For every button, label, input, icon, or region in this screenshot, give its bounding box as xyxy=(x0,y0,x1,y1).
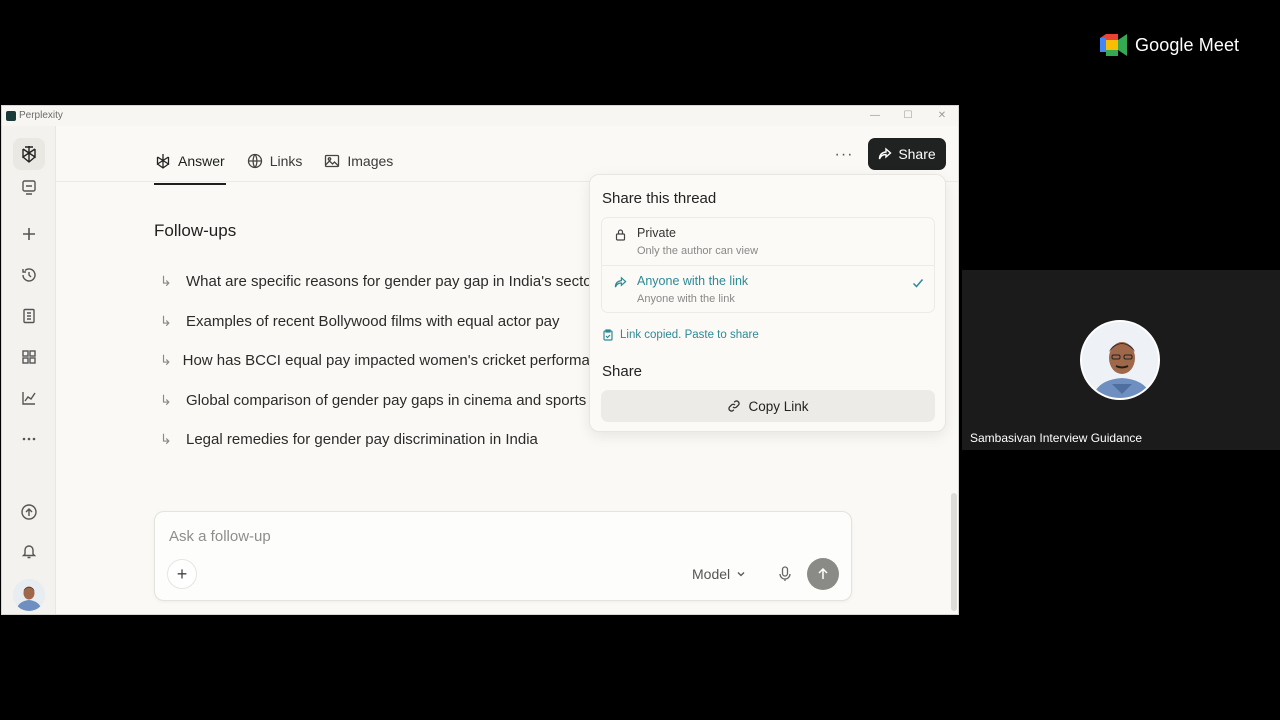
followups-heading: Follow-ups xyxy=(154,221,237,240)
option-anyone-with-link[interactable]: Anyone with the link Anyone with the lin… xyxy=(602,266,934,312)
share-popover-title: Share this thread xyxy=(602,190,717,207)
send-button[interactable] xyxy=(807,558,839,590)
scrollbar[interactable] xyxy=(951,493,957,611)
option-private[interactable]: Private Only the author can view xyxy=(602,218,934,266)
followups-list: ↳ What are specific reasons for gender p… xyxy=(154,262,614,460)
perplexity-logo-icon[interactable] xyxy=(13,138,45,170)
participant-tile[interactable]: Sambasivan Interview Guidance xyxy=(962,270,1280,450)
followup-composer[interactable]: Ask a follow-up + Model xyxy=(154,511,852,601)
followup-item[interactable]: ↳ Global comparison of gender pay gaps i… xyxy=(154,381,614,421)
share-popover: Share this thread Private Only the autho… xyxy=(589,174,946,432)
tab-links[interactable]: Links xyxy=(246,146,304,176)
tab-answer-label: Answer xyxy=(178,153,225,169)
attach-button[interactable]: + xyxy=(167,559,197,589)
followup-arrow-icon: ↳ xyxy=(160,431,172,448)
globe-icon xyxy=(247,153,262,169)
option-anyone-description: Anyone with the link xyxy=(637,293,735,305)
followup-item[interactable]: ↳ Examples of recent Bollywood films wit… xyxy=(154,302,614,342)
clipboard-check-icon xyxy=(603,329,613,341)
followup-arrow-icon: ↳ xyxy=(160,273,172,290)
model-label: Model xyxy=(692,566,731,582)
more-icon[interactable] xyxy=(13,423,45,455)
perplexity-window: Perplexity — ☐ ✕ Answer Links Images ···… xyxy=(1,105,959,615)
link-icon xyxy=(728,400,741,412)
share-arrow-icon xyxy=(614,276,627,288)
perplexity-app-icon xyxy=(6,111,16,121)
arrow-up-icon xyxy=(818,567,828,579)
followup-arrow-icon: ↳ xyxy=(160,352,172,369)
screen: Google Meet Sambasivan Interview Guidanc… xyxy=(0,0,1280,720)
followup-item[interactable]: ↳ How has BCCI equal pay impacted women'… xyxy=(154,341,614,381)
google-meet-brand: Google Meet xyxy=(1135,34,1240,55)
participant-avatar xyxy=(1080,320,1160,400)
option-private-description: Only the author can view xyxy=(637,245,759,257)
followup-text: Legal remedies for gender pay discrimina… xyxy=(186,431,538,449)
check-icon xyxy=(912,279,924,288)
title-bar: Perplexity — ☐ ✕ xyxy=(2,106,958,126)
tab-images-label: Images xyxy=(347,153,394,169)
upgrade-icon[interactable] xyxy=(13,496,45,528)
copy-link-button[interactable]: Copy Link xyxy=(601,390,935,422)
maximize-icon[interactable]: ☐ xyxy=(896,108,920,124)
followup-arrow-icon: ↳ xyxy=(160,391,172,408)
google-meet-icon xyxy=(1100,34,1127,56)
sidebar xyxy=(2,126,56,614)
microphone-icon[interactable] xyxy=(775,564,795,584)
participant-name: Sambasivan Interview Guidance xyxy=(970,431,1143,445)
window-title: Perplexity xyxy=(19,110,63,121)
image-icon xyxy=(325,154,340,168)
share-button-label: Share xyxy=(898,146,936,162)
followup-item[interactable]: ↳ What are specific reasons for gender p… xyxy=(154,262,614,302)
tab-bar: Answer Links Images xyxy=(154,146,414,185)
minimize-icon[interactable]: — xyxy=(863,108,887,124)
model-selector[interactable]: Model xyxy=(692,566,746,582)
share-arrow-icon xyxy=(879,147,892,160)
share-button[interactable]: Share xyxy=(868,138,946,170)
composer-input[interactable]: Ask a follow-up xyxy=(169,528,271,545)
option-anyone-label: Anyone with the link xyxy=(637,274,749,288)
more-options-button[interactable]: ··· xyxy=(832,146,856,170)
followup-text: Examples of recent Bollywood films with … xyxy=(186,312,560,330)
tab-answer[interactable]: Answer xyxy=(154,146,226,185)
tab-links-label: Links xyxy=(269,153,303,169)
main-content: Answer Links Images ··· Share Follow-ups xyxy=(56,126,958,614)
spaces-icon[interactable] xyxy=(13,171,45,203)
lock-icon xyxy=(615,229,626,241)
bell-icon[interactable] xyxy=(13,535,45,567)
tab-images[interactable]: Images xyxy=(323,146,394,176)
close-icon[interactable]: ✕ xyxy=(930,108,954,124)
answer-icon xyxy=(156,154,170,169)
user-avatar[interactable] xyxy=(13,579,45,611)
followup-text: How has BCCI equal pay impacted women's … xyxy=(182,352,614,370)
link-copied-notice: Link copied. Paste to share xyxy=(602,329,759,341)
followup-arrow-icon: ↳ xyxy=(160,312,172,329)
history-icon[interactable] xyxy=(13,259,45,291)
library-icon[interactable] xyxy=(13,300,45,332)
new-thread-icon[interactable] xyxy=(13,218,45,250)
followup-item[interactable]: ↳ Legal remedies for gender pay discrimi… xyxy=(154,420,614,460)
link-copied-text: Link copied. Paste to share xyxy=(620,329,759,341)
finance-icon[interactable] xyxy=(13,382,45,414)
share-section-heading: Share xyxy=(602,363,643,380)
option-private-label: Private xyxy=(637,226,676,240)
visibility-options: Private Only the author can view Anyone … xyxy=(601,217,935,313)
discover-icon[interactable] xyxy=(13,341,45,373)
followup-text: What are specific reasons for gender pay… xyxy=(186,273,605,291)
google-meet-logo: Google Meet xyxy=(1100,34,1239,56)
chevron-down-icon xyxy=(737,572,745,577)
followup-text: Global comparison of gender pay gaps in … xyxy=(186,391,587,409)
copy-link-label: Copy Link xyxy=(748,398,809,414)
